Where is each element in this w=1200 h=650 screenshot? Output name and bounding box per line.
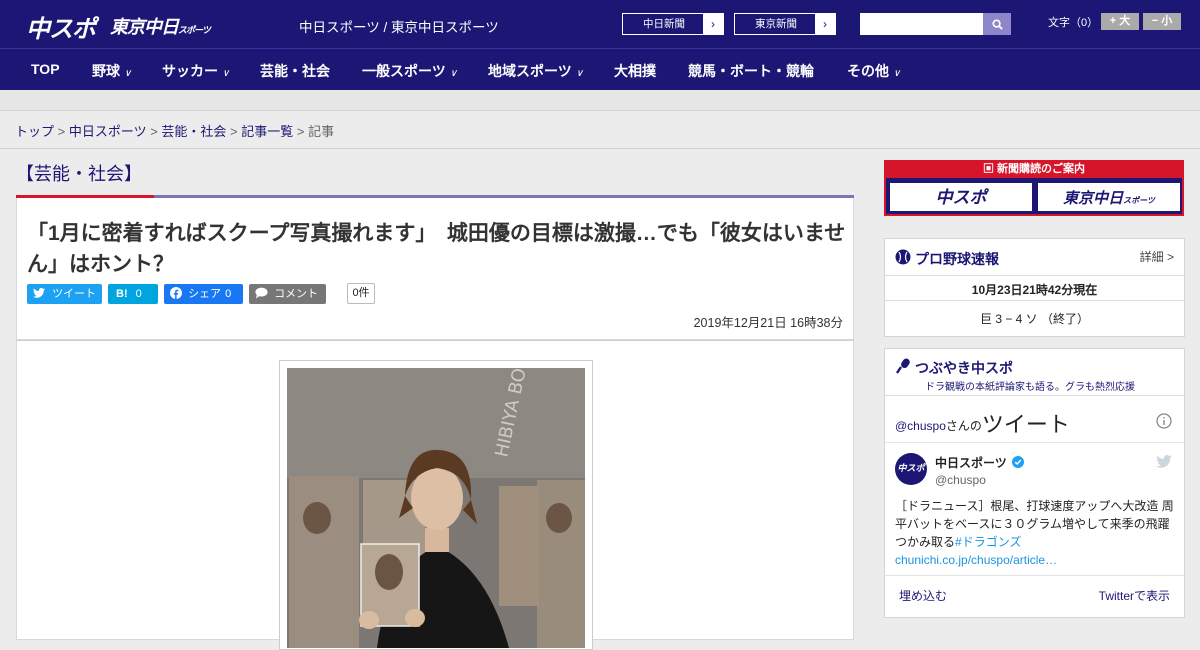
chevron-down-icon: ∨: [893, 68, 901, 79]
nav-item-soccer[interactable]: サッカー ∨: [162, 61, 229, 81]
article-photo-area: HIBIYA BOOKS: [16, 340, 854, 650]
ad-tokyo-chunichi-logo[interactable]: 東京中日スポーツ: [1037, 182, 1181, 212]
breadcrumb-top[interactable]: トップ: [15, 124, 54, 139]
speech-bubble-icon: [255, 287, 268, 299]
divider: [0, 148, 1200, 149]
facebook-icon: [170, 287, 182, 299]
chevron-down-icon: ∨: [222, 68, 230, 79]
microphone-icon: [896, 358, 910, 374]
account-handle[interactable]: @chuspo: [935, 473, 986, 487]
category-heading: 【芸能・社会】: [16, 164, 142, 184]
nav-item-general-sports[interactable]: 一般スポーツ ∨: [362, 61, 457, 81]
breadcrumb-chunichi-sports[interactable]: 中日スポーツ: [69, 124, 147, 139]
nav-item-regional-sports[interactable]: 地域スポーツ ∨: [488, 61, 583, 81]
baseball-title: プロ野球速報: [915, 251, 999, 267]
comment-count[interactable]: 0件: [347, 283, 375, 304]
info-icon[interactable]: [1156, 413, 1172, 429]
twitter-bird-icon[interactable]: [1156, 455, 1172, 468]
main-nav: TOP 野球 ∨ サッカー ∨ 芸能・社会 一般スポーツ ∨ 地域スポーツ ∨ 大相撲 …: [0, 48, 1200, 90]
font-bigger-button[interactable]: + 大: [1101, 13, 1139, 30]
nav-item-racing[interactable]: 競馬・ボート・競輪: [688, 61, 814, 81]
baseball-detail-link[interactable]: 詳細 >: [1140, 248, 1174, 265]
tweet-button[interactable]: ツイート: [27, 284, 102, 304]
chunichi-shimbun-link[interactable]: 中日新聞 ›: [622, 13, 724, 35]
nav-item-top[interactable]: TOP: [31, 61, 60, 77]
avatar[interactable]: 中スポ: [895, 453, 927, 485]
chevron-down-icon: ∨: [575, 68, 584, 79]
article-header: 「1月に密着すればスクープ写真撮れます」 城田優の目標は激撮…でも「彼女はいませ…: [16, 198, 854, 340]
breadcrumb: トップ > 中日スポーツ > 芸能・社会 > 記事一覧 > 記事: [15, 124, 335, 139]
article-headline: 「1月に密着すればスクープ写真撮れます」 城田優の目標は激撮…でも「彼女はいませ…: [27, 222, 846, 276]
sub-nav-strip: [0, 90, 1200, 111]
baseball-score[interactable]: 巨 3 − 4 ソ （終了）: [885, 310, 1184, 327]
article-photo[interactable]: HIBIYA BOOKS: [287, 368, 585, 648]
subscription-title: ▣ 新聞購読のご案内: [886, 160, 1182, 178]
tokyo-shimbun-link[interactable]: 東京新聞 ›: [734, 13, 836, 35]
breadcrumb-article-list[interactable]: 記事一覧: [241, 124, 293, 139]
embed-link[interactable]: 埋め込む: [899, 587, 947, 604]
chevron-down-icon: ∨: [449, 68, 458, 79]
twitter-embed-header: @chuspoさんのツイート: [895, 412, 1070, 437]
nav-item-sumo[interactable]: 大相撲: [614, 61, 656, 81]
photo-frame: HIBIYA BOOKS: [279, 360, 593, 650]
chevron-down-icon: ∨: [124, 68, 132, 79]
site-header: 中スポ 東京中日スポーツ 中日スポーツ / 東京中日スポーツ 中日新聞 › 東京新…: [0, 0, 1200, 48]
search-input[interactable]: [860, 13, 983, 35]
ad-chuspo-logo[interactable]: 中スポ: [889, 182, 1033, 212]
twitter-handle-link[interactable]: @chuspo: [895, 419, 946, 433]
nav-item-other[interactable]: その他 ∨: [847, 61, 900, 81]
font-size-label: 文字（0）: [1048, 17, 1099, 29]
verified-badge-icon: [1012, 456, 1024, 468]
twitter-bird-icon: [33, 288, 45, 298]
search-icon: [991, 18, 1003, 30]
font-smaller-button[interactable]: − 小: [1143, 13, 1181, 30]
nav-item-entertainment[interactable]: 芸能・社会: [260, 61, 330, 81]
tweet-article-link[interactable]: chunichi.co.jp/chuspo/article…: [895, 553, 1057, 567]
twitter-panel-subtitle: ドラ観戦の本紙評論家も語る。グラも熱烈応援: [925, 382, 1135, 393]
hatena-icon: B!: [116, 288, 128, 300]
baseball-icon: [895, 249, 911, 265]
hashtag-link[interactable]: #ドラゴンズ: [955, 535, 1021, 549]
chevron-right-icon: ›: [815, 14, 835, 34]
nav-item-baseball[interactable]: 野球 ∨: [92, 61, 131, 81]
tweet-text: ［ドラニュース］根尾、打球速度アップへ大改造 周平バットをベースに３０グラム増や…: [895, 499, 1174, 567]
baseball-time: 10月23日21時42分現在: [971, 283, 1098, 297]
photo-illustration: HIBIYA BOOKS: [287, 368, 585, 648]
view-on-twitter-link[interactable]: Twitterで表示: [1099, 587, 1170, 604]
facebook-share-button[interactable]: シェア 0: [164, 284, 243, 304]
twitter-panel-title: つぶやき中スポ: [915, 360, 1013, 376]
chevron-right-icon: ›: [703, 14, 723, 34]
subscription-banner[interactable]: ▣ 新聞購読のご案内 中スポ 東京中日スポーツ: [884, 160, 1184, 216]
comment-button[interactable]: コメント: [249, 284, 326, 304]
baseball-score-panel: プロ野球速報 詳細 > 10月23日21時42分現在 巨 3 − 4 ソ （終了…: [884, 238, 1185, 337]
tokyo-chunichi-logo[interactable]: 東京中日スポーツ: [110, 13, 211, 39]
hatena-bookmark-button[interactable]: B! 0: [108, 284, 158, 304]
account-name[interactable]: 中日スポーツ: [935, 454, 1007, 471]
breadcrumb-current: 記事: [308, 124, 335, 139]
article-date: 2019年12月21日 16時38分: [693, 316, 843, 330]
twitter-panel: つぶやき中スポ ドラ観戦の本紙評論家も語る。グラも熱烈応援 @chuspoさんの…: [884, 348, 1185, 618]
search-button[interactable]: [983, 13, 1011, 35]
chuspo-logo[interactable]: 中スポ: [26, 9, 96, 44]
site-title[interactable]: 中日スポーツ / 東京中日スポーツ: [299, 16, 499, 36]
newspaper-icon: ▣: [982, 163, 998, 175]
breadcrumb-entertainment[interactable]: 芸能・社会: [161, 124, 226, 139]
